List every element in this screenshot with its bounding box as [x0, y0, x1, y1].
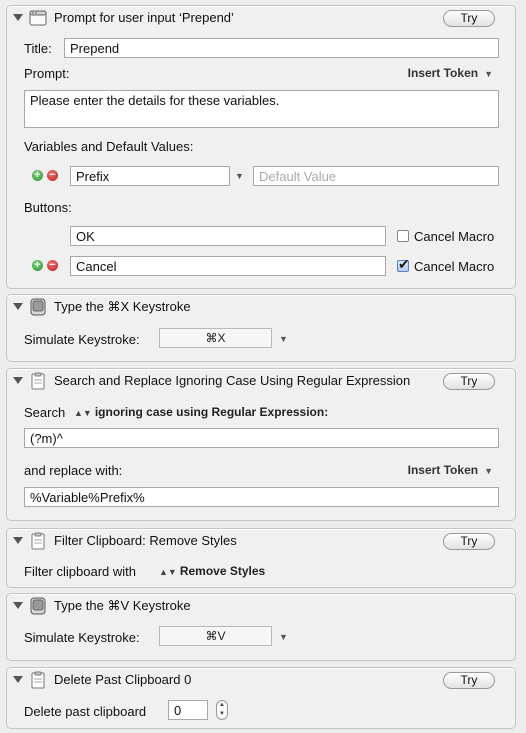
try-button[interactable]: Try	[443, 533, 495, 550]
replace-input[interactable]	[24, 487, 499, 507]
search-mode-select[interactable]: ▲▼ ignoring case using Regular Expression…	[74, 405, 328, 419]
add-button-icon[interactable]: +	[32, 260, 43, 271]
add-variable-icon[interactable]: +	[32, 170, 43, 181]
button2-cancel-macro-label: Cancel Macro	[414, 259, 495, 274]
chevron-down-icon: ▼	[484, 466, 493, 476]
keyboard-icon	[30, 298, 46, 316]
filter-select[interactable]: ▲▼ Remove Styles	[159, 564, 265, 578]
clipboard-index-stepper[interactable]	[216, 700, 228, 720]
prompt-textarea[interactable]	[24, 90, 499, 128]
insert-token-menu[interactable]: Insert Token ▼	[408, 66, 493, 80]
window-icon	[29, 10, 47, 26]
keystroke-field[interactable]: ⌘V	[159, 626, 272, 646]
action-header: Type the ⌘V Keystroke	[7, 594, 515, 620]
keystroke-field[interactable]: ⌘X	[159, 328, 272, 348]
filter-value: Remove Styles	[179, 564, 266, 578]
clipboard-icon	[31, 532, 45, 550]
keystroke-dropdown-icon[interactable]: ▼	[279, 632, 288, 642]
disclosure-triangle-icon[interactable]	[13, 602, 23, 609]
action-title: Type the ⌘X Keystroke	[54, 299, 191, 314]
replace-label: and replace with:	[24, 463, 123, 478]
action-title: Filter Clipboard: Remove Styles	[54, 533, 237, 548]
keystroke-dropdown-icon[interactable]: ▼	[279, 334, 288, 344]
search-mode-value: ignoring case using Regular Expression:	[94, 405, 329, 419]
action-header: Prompt for user input ‘Prepend’ Try	[7, 6, 515, 32]
action-search-replace: Search and Replace Ignoring Case Using R…	[6, 368, 516, 521]
action-header: Type the ⌘X Keystroke	[7, 295, 515, 321]
action-title: Type the ⌘V Keystroke	[54, 598, 191, 613]
button1-cancel-macro-checkbox[interactable]	[397, 230, 409, 242]
clipboard-index-input[interactable]	[168, 700, 208, 720]
simulate-keystroke-label: Simulate Keystroke:	[24, 630, 140, 645]
insert-token-label: Insert Token	[407, 66, 479, 80]
default-value-input[interactable]	[253, 166, 499, 186]
action-filter-clipboard: Filter Clipboard: Remove Styles Try Filt…	[6, 528, 516, 588]
updown-arrows-icon: ▲▼	[74, 408, 92, 418]
action-prompt-user-input: Prompt for user input ‘Prepend’ Try Titl…	[6, 5, 516, 289]
action-title: Search and Replace Ignoring Case Using R…	[54, 373, 411, 388]
variable-name-input[interactable]	[70, 166, 230, 186]
delete-past-clipboard-label: Delete past clipboard	[24, 704, 147, 719]
try-button[interactable]: Try	[443, 10, 495, 27]
action-header: Search and Replace Ignoring Case Using R…	[7, 369, 515, 395]
insert-token-menu[interactable]: Insert Token ▼	[408, 463, 493, 477]
clipboard-icon	[31, 372, 45, 390]
remove-variable-icon[interactable]: −	[47, 170, 58, 181]
disclosure-triangle-icon[interactable]	[13, 14, 23, 21]
simulate-keystroke-label: Simulate Keystroke:	[24, 332, 140, 347]
action-title: Delete Past Clipboard 0	[54, 672, 192, 687]
variables-label: Variables and Default Values:	[24, 139, 194, 154]
disclosure-triangle-icon[interactable]	[13, 537, 23, 544]
remove-button-icon[interactable]: −	[47, 260, 58, 271]
action-title: Prompt for user input ‘Prepend’	[54, 10, 234, 25]
action-delete-past-clipboard: Delete Past Clipboard 0 Try Delete past …	[6, 667, 516, 729]
disclosure-triangle-icon[interactable]	[13, 377, 23, 384]
try-button[interactable]: Try	[443, 672, 495, 689]
search-label: Search	[24, 405, 66, 420]
buttons-label: Buttons:	[24, 200, 72, 215]
filter-label: Filter clipboard with	[24, 564, 136, 579]
button2-input[interactable]	[70, 256, 386, 276]
try-button[interactable]: Try	[443, 373, 495, 390]
insert-token-label: Insert Token	[407, 463, 479, 477]
disclosure-triangle-icon[interactable]	[13, 676, 23, 683]
updown-arrows-icon: ▲▼	[159, 567, 177, 577]
action-type-keystroke-v: Type the ⌘V Keystroke Simulate Keystroke…	[6, 593, 516, 661]
button2-cancel-macro-checkbox[interactable]	[397, 256, 410, 273]
action-header: Delete Past Clipboard 0 Try	[7, 668, 515, 694]
clipboard-icon	[31, 671, 45, 689]
title-input[interactable]	[64, 38, 499, 58]
prompt-label: Prompt:	[24, 66, 70, 81]
chevron-down-icon: ▼	[484, 69, 493, 79]
keyboard-icon	[30, 597, 46, 615]
disclosure-triangle-icon[interactable]	[13, 303, 23, 310]
variable-dropdown-icon[interactable]: ▼	[235, 171, 244, 181]
action-header: Filter Clipboard: Remove Styles Try	[7, 529, 515, 555]
title-label: Title:	[24, 41, 52, 56]
action-type-keystroke-x: Type the ⌘X Keystroke Simulate Keystroke…	[6, 294, 516, 362]
button1-input[interactable]	[70, 226, 386, 246]
button1-cancel-macro-label: Cancel Macro	[414, 229, 495, 244]
search-pattern-input[interactable]	[24, 428, 499, 448]
